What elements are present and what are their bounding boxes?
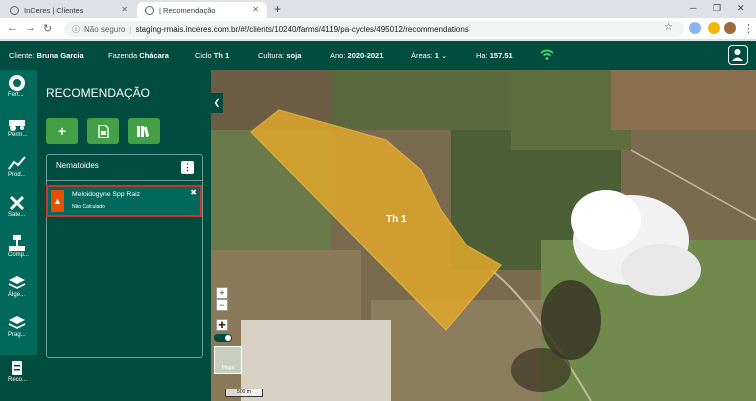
not-secure-icon: ⓘ [72,24,80,34]
layer-toggle[interactable] [214,334,232,342]
new-tab-icon[interactable]: + [274,2,281,16]
field-label[interactable]: Th 1 [386,214,407,225]
rail-item-pragas[interactable]: Prag... [0,310,37,350]
site-favicon-icon [145,5,154,15]
library-icon [137,126,150,137]
module-rail: Fert... Perm... Prod... Sate... Comp... … [0,70,37,401]
zoom-out-button[interactable]: − [216,299,228,311]
rail-item-compactacao[interactable]: Comp... [0,230,37,270]
restore-icon[interactable]: ❐ [713,3,721,14]
rail-item-fertilidade[interactable]: Fert... [0,70,37,110]
remove-icon[interactable]: ✖ [190,188,197,197]
security-label: Não seguro [84,24,126,34]
rail-item-permanentes[interactable]: Perm... [0,110,37,150]
url-input[interactable]: ⓘ Não seguro | staging-rmais.inceres.com… [64,21,684,37]
tab-title: InCeres | Clientes [24,5,84,15]
fertilizer-icon [9,75,25,91]
window-close-icon[interactable]: ✕ [737,3,745,14]
list-item[interactable]: ▲ Meloidogyne Spp Raiz Não Calculado ✖ [46,185,202,217]
areas-dropdown[interactable]: Áreas: 1 ⌄ [411,51,447,60]
user-icon [732,49,743,61]
section-title: Nematoides [56,161,99,170]
bookmark-star-icon[interactable]: ☆ [664,22,673,33]
wifi-icon [540,49,554,60]
layers-icon [8,276,26,289]
chart-icon [8,156,26,170]
browser-menu-icon[interactable]: ⋮ [743,22,754,35]
tab-close-icon[interactable]: ✕ [252,5,259,14]
profile-avatar[interactable] [724,22,736,34]
hectares-value: 157.51 [489,51,513,60]
warning-icon: ▲ [51,190,64,212]
section-menu-icon[interactable]: ⋮ [181,161,194,174]
browser-tabbar: InCeres | Clientes ✕ | Recomendação ✕ + … [0,0,756,18]
browser-tab-clientes[interactable]: InCeres | Clientes ✕ [2,2,136,18]
reload-icon[interactable]: ↻ [43,22,52,35]
layers-icon [8,316,26,329]
rail-item-algebra[interactable]: Álge... [0,270,37,310]
scale-bar: 500 m [225,389,263,397]
rail-item-produtividade[interactable]: Prod... [0,150,37,190]
app-header: Cliente: Bruna Garcia Fazenda Chácara Ci… [0,41,756,70]
collapse-panel-icon[interactable]: ❮ [211,93,223,113]
tab-title: | Recomendação [159,5,216,15]
farm-name[interactable]: Chácara [139,51,169,60]
document-button[interactable] [87,118,119,144]
document-icon [97,124,109,138]
satellite-imagery [211,70,756,401]
forward-icon[interactable]: → [25,22,36,34]
user-menu-button[interactable] [728,45,748,65]
add-button[interactable]: + [46,118,78,144]
basemap-thumbnail[interactable]: Mapa [214,346,242,374]
rail-item-recomendacao[interactable]: Reco... [0,355,37,401]
recommendation-icon [12,361,22,375]
browser-tab-recomendacao[interactable]: | Recomendação ✕ [137,2,267,18]
rail-item-satelite[interactable]: Sate... [0,190,37,230]
zoom-in-button[interactable]: + [216,287,228,299]
recommendation-panel: RECOMENDAÇÃO + Nematoides ⋮ ▲ Meloidogyn… [37,70,211,401]
site-favicon-icon [10,5,19,15]
extension-icon[interactable] [689,22,701,34]
address-bar: ← → ↻ ⓘ Não seguro | staging-rmais.incer… [0,18,756,40]
cycle-name[interactable]: Th 1 [214,51,229,60]
client-name[interactable]: Bruna Garcia [37,51,84,60]
library-button[interactable] [128,118,160,144]
item-status: Não Calculado [72,204,105,210]
url-text: staging-rmais.inceres.com.br/#!/clients/… [135,24,469,34]
tractor-icon [9,120,25,131]
chevron-down-icon: ⌄ [441,51,448,60]
item-name: Meloidogyne Spp Raiz [72,191,141,198]
year-value: 2020-2021 [347,51,384,60]
map-view[interactable]: Th 1 [211,70,756,401]
panel-title: RECOMENDAÇÃO [46,86,151,100]
back-icon[interactable]: ← [7,22,18,34]
extension-icon[interactable] [708,22,720,34]
satellite-icon [9,195,25,211]
compaction-icon [9,235,25,251]
crop-name: soja [286,51,302,60]
minimize-icon[interactable]: ─ [690,3,696,13]
fullscreen-button[interactable]: ✚ [216,319,228,331]
tab-close-icon[interactable]: ✕ [121,5,128,14]
